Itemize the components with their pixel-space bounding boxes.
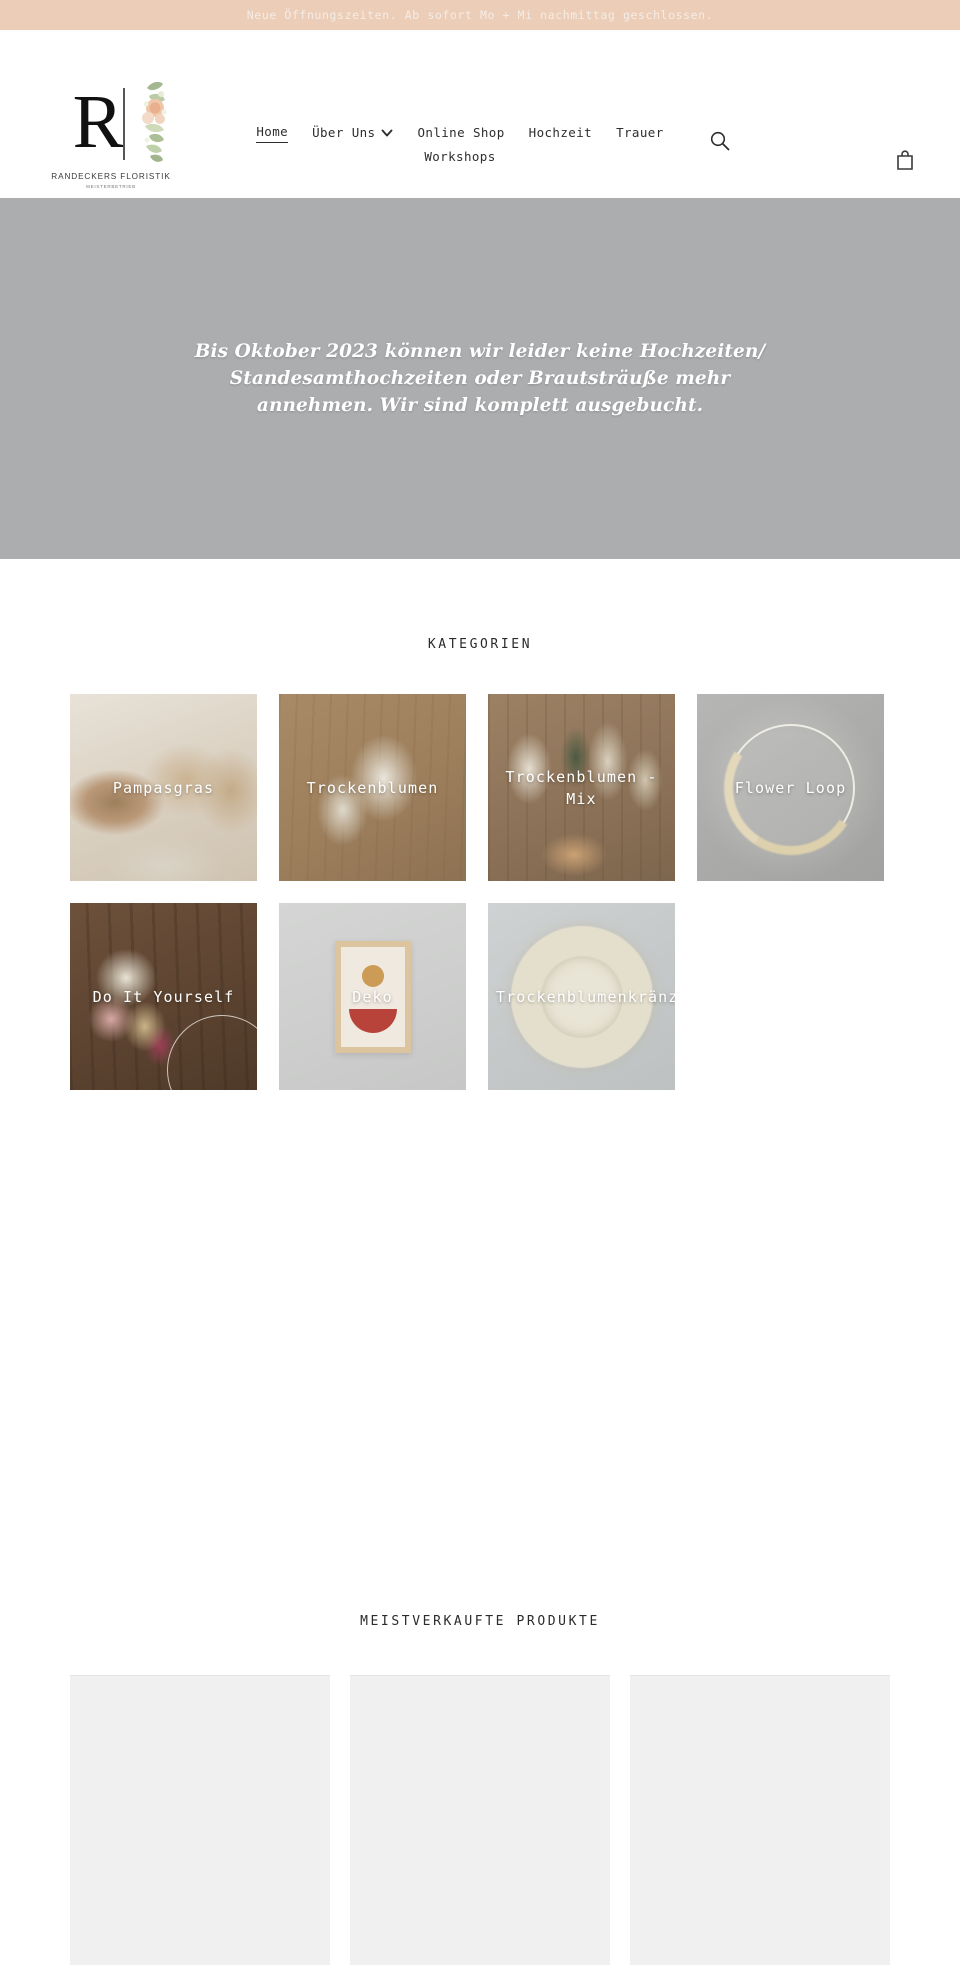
nav-item-home[interactable]: Home (256, 122, 289, 143)
categories-title: KATEGORIEN (427, 637, 533, 652)
categories-grid: Pampasgras Trockenblumen Trockenblumen -… (70, 694, 890, 1090)
poster-circle-shape (361, 964, 384, 987)
hero-banner: Bis Oktober 2023 können wir leider keine… (0, 198, 960, 559)
category-label: Do It Yourself (92, 987, 235, 1006)
site-logo[interactable]: R RANDECKERS FLORISTIK MEISTERBETRIEB (45, 70, 177, 196)
product-card[interactable] (350, 1675, 610, 1965)
logo-brand-name: RANDECKERS FLORISTIK (51, 172, 171, 181)
category-tile-trockenblumenkraenze[interactable]: Trockenblumenkränze (488, 903, 675, 1090)
nav-item-trauer[interactable]: Trauer (616, 122, 664, 143)
nav-item-online-shop[interactable]: Online Shop (417, 122, 504, 143)
announcement-bar: Neue Öffnungszeiten. Ab sofort Mo + Mi n… (0, 0, 960, 30)
bestsellers-grid (70, 1675, 890, 1965)
category-tile-deko[interactable]: Deko (279, 903, 466, 1090)
shopping-bag-icon (897, 150, 913, 170)
category-label: Pampasgras (112, 778, 215, 797)
category-tile-trockenblumen[interactable]: Trockenblumen (279, 694, 466, 881)
main-navigation: Home Über Uns Online Shop Hochzeit Traue… (230, 122, 690, 167)
floral-decoration-icon (142, 81, 167, 162)
category-label: Flower Loop (734, 778, 847, 797)
wire-hoop-shape (167, 1015, 257, 1090)
category-tile-flower-loop[interactable]: Flower Loop (697, 694, 884, 881)
category-label: Trockenblumen (306, 778, 439, 797)
cart-button[interactable] (895, 149, 915, 171)
search-button[interactable] (709, 130, 731, 152)
product-card[interactable] (70, 1675, 330, 1965)
category-label: Trockenblumen - Mix (505, 767, 658, 808)
logo-subtitle: MEISTERBETRIEB (86, 184, 136, 189)
logo-mark: R (51, 70, 171, 170)
chevron-down-icon (382, 129, 393, 136)
site-header: R RANDECKERS FLORISTIK MEISTERBETRIEB Ho… (0, 30, 960, 198)
bestsellers-title: MEISTVERKAUFTE PRODUKTE (360, 1614, 600, 1629)
search-icon (710, 131, 730, 151)
nav-item-uber-uns-label: Über Uns (312, 124, 376, 140)
category-tile-do-it-yourself[interactable]: Do It Yourself (70, 903, 257, 1090)
logo-divider-rule (123, 88, 125, 160)
hero-message: Bis Oktober 2023 können wir leider keine… (194, 341, 766, 416)
nav-second-row: Workshops (230, 147, 690, 167)
announcement-text: Neue Öffnungszeiten. Ab sofort Mo + Mi n… (246, 8, 714, 22)
logo-letter: R (72, 80, 124, 164)
category-tile-trockenblumen-mix[interactable]: Trockenblumen - Mix (488, 694, 675, 881)
category-label: Deko (352, 987, 393, 1006)
nav-item-hochzeit[interactable]: Hochzeit (529, 122, 592, 143)
nav-item-uber-uns[interactable]: Über Uns (312, 122, 393, 143)
poster-semicircle-shape (348, 1008, 397, 1033)
nav-item-workshops[interactable]: Workshops (424, 147, 495, 167)
category-tile-pampasgras[interactable]: Pampasgras (70, 694, 257, 881)
product-card[interactable] (630, 1675, 890, 1965)
category-label: Trockenblumenkränze (496, 987, 675, 1006)
